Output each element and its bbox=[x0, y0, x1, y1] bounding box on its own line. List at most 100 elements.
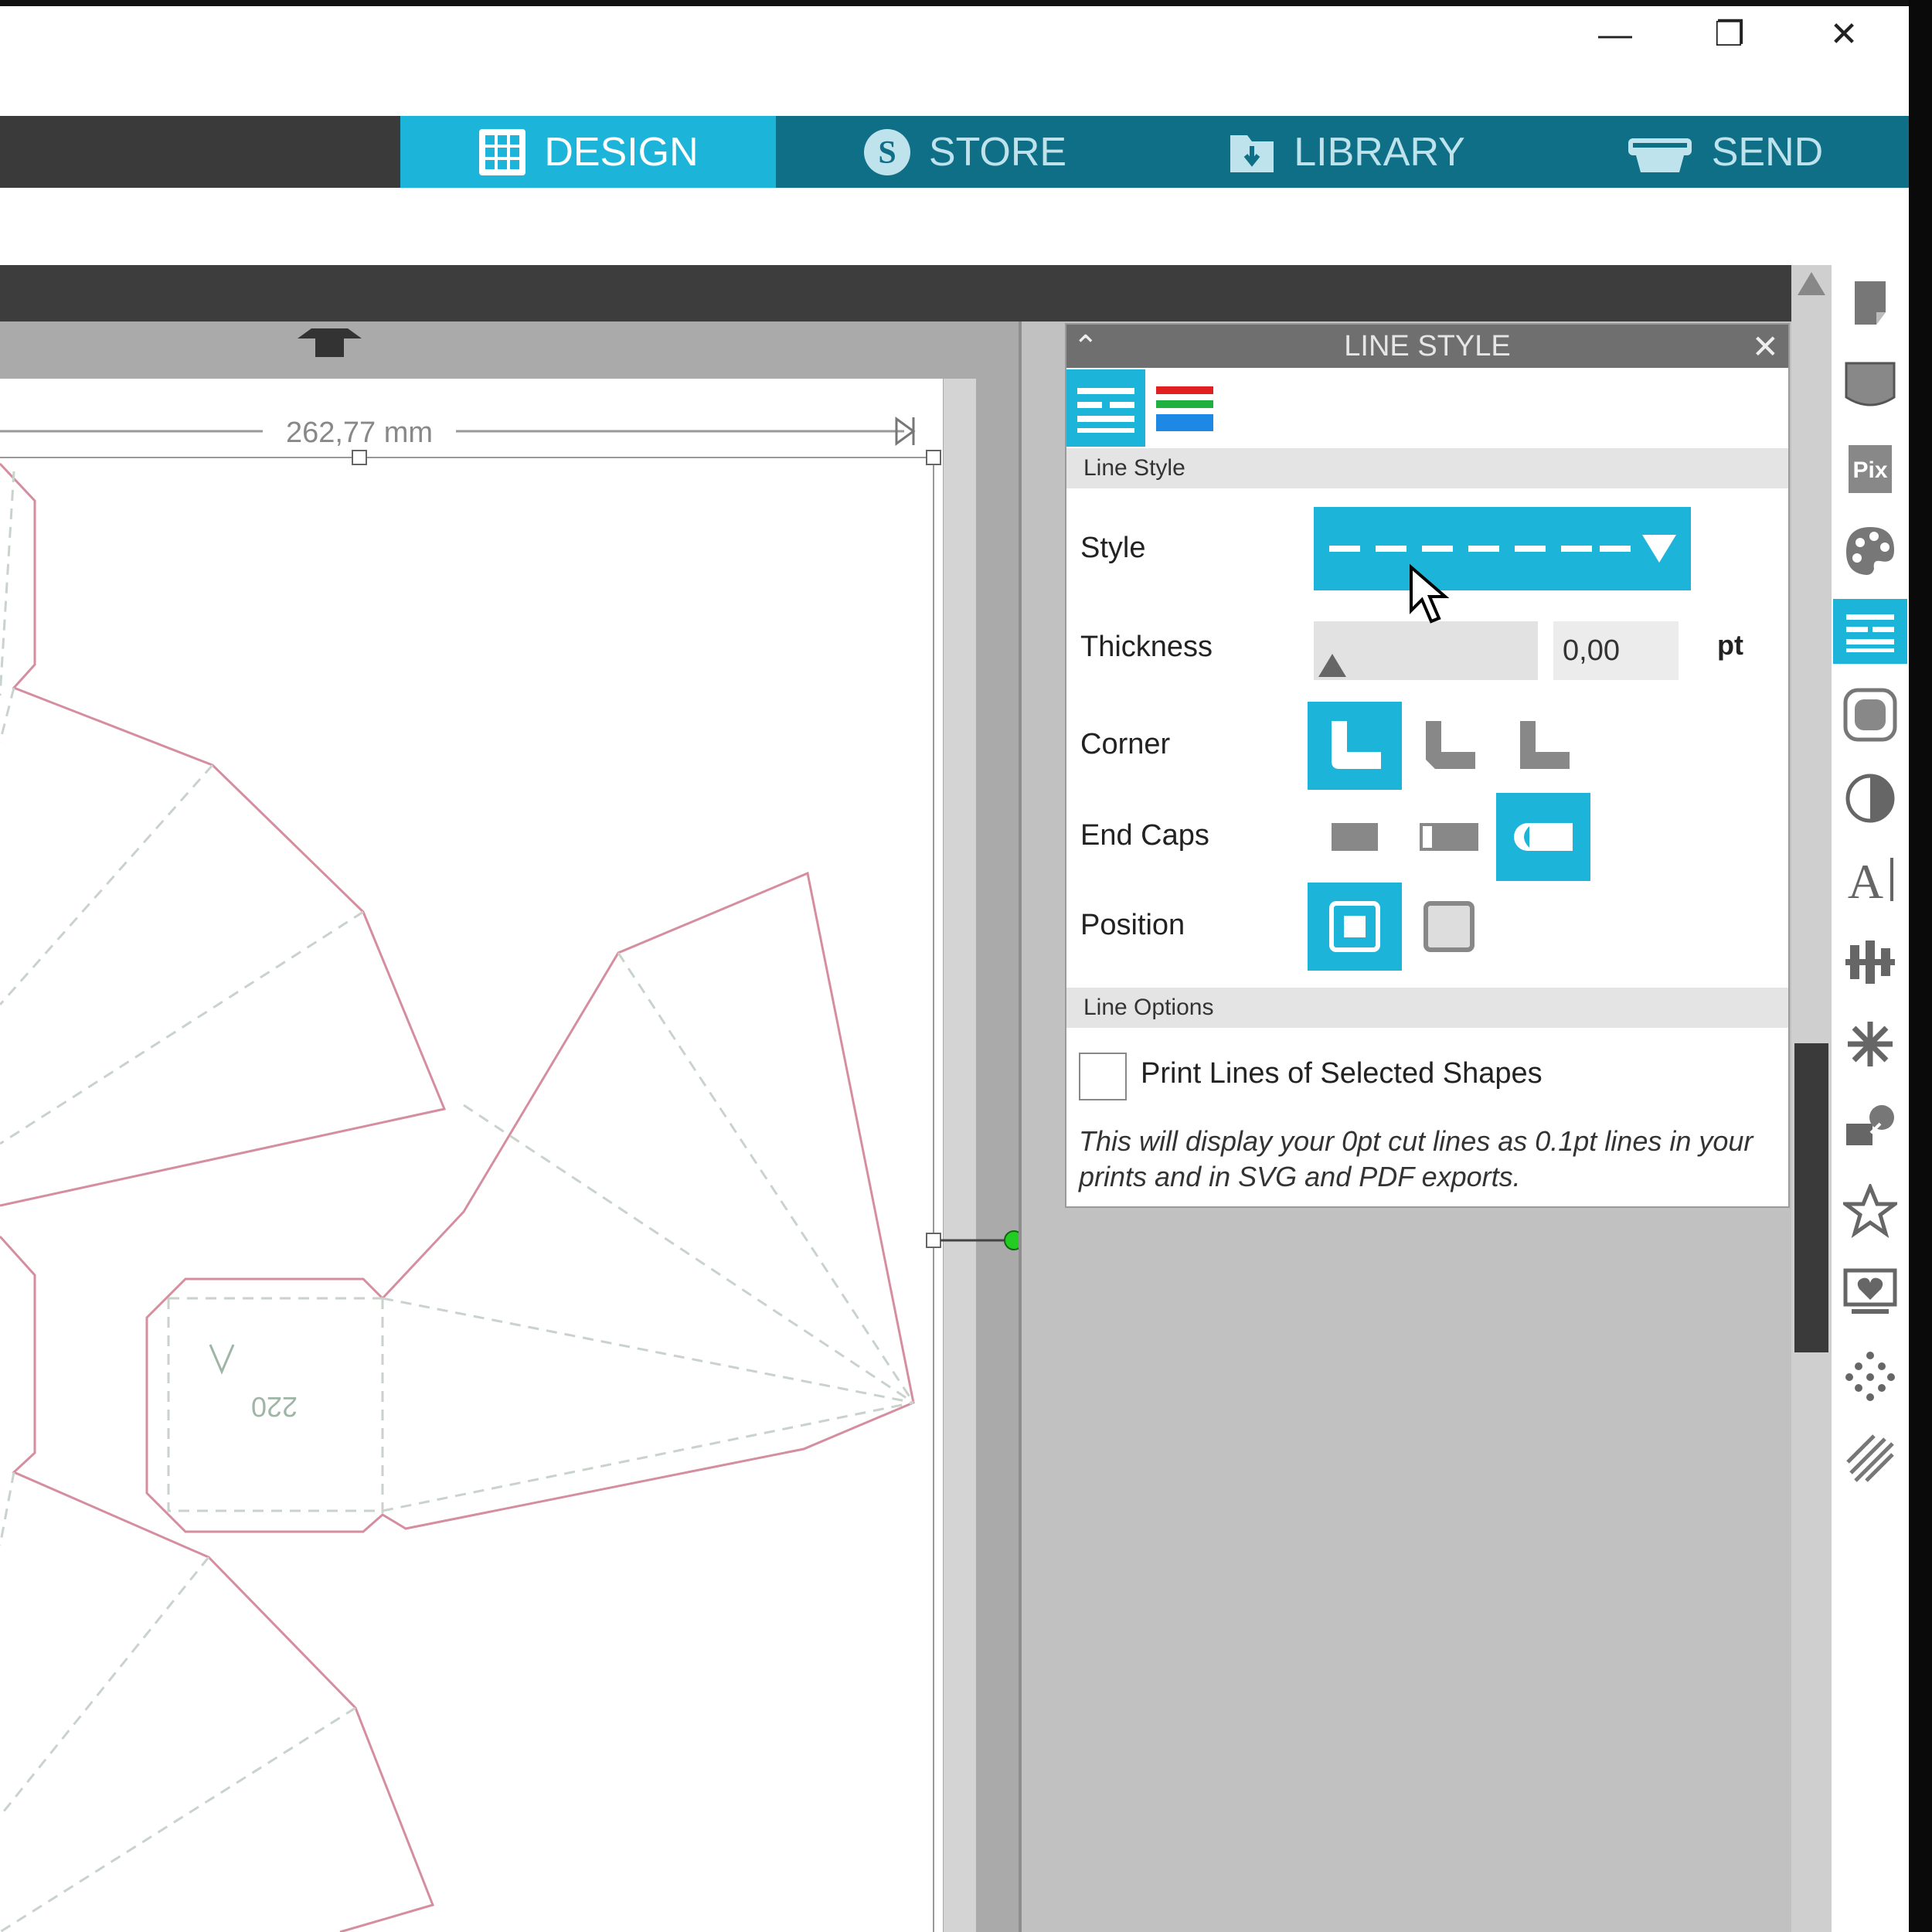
corner-miter-button[interactable] bbox=[1496, 702, 1590, 790]
window-edge bbox=[1909, 0, 1932, 1932]
registration-button[interactable] bbox=[1838, 353, 1903, 418]
corner-bevel-icon bbox=[1426, 721, 1475, 769]
shape-number-label: 220 bbox=[251, 1391, 298, 1423]
tab-library-label: LIBRARY bbox=[1294, 129, 1465, 175]
close-window-button[interactable]: ✕ bbox=[1813, 12, 1875, 58]
line-style-button[interactable] bbox=[1833, 599, 1907, 664]
thickness-label: Thickness bbox=[1080, 631, 1213, 663]
svg-text:A: A bbox=[1848, 854, 1883, 906]
end-cap-butt-button[interactable] bbox=[1308, 793, 1402, 881]
position-center-button[interactable] bbox=[1308, 883, 1402, 971]
corner-round-icon bbox=[1332, 721, 1381, 769]
print-lines-checkbox[interactable] bbox=[1079, 1053, 1127, 1100]
fold-lines bbox=[0, 471, 915, 1932]
tab-send-label: SEND bbox=[1711, 129, 1824, 175]
heart-frame-icon bbox=[1843, 1268, 1897, 1314]
design-drawing[interactable]: 262,77 mm 220 bbox=[0, 0, 1019, 1932]
dash-segment bbox=[1468, 546, 1499, 552]
minimize-button[interactable]: — bbox=[1584, 12, 1646, 58]
text-style-icon: A bbox=[1848, 854, 1893, 906]
print-lines-note: This will display your 0pt cut lines as … bbox=[1079, 1125, 1753, 1192]
pixscan-icon: Pix bbox=[1849, 445, 1892, 493]
collapse-chevron-icon[interactable]: ⌃ bbox=[1073, 329, 1099, 365]
end-cap-butt-icon bbox=[1332, 823, 1378, 851]
page-setup-button[interactable] bbox=[1838, 270, 1903, 335]
corner-round-button[interactable] bbox=[1308, 702, 1402, 790]
dimension-label: 262,77 mm bbox=[286, 417, 433, 449]
offset-button[interactable] bbox=[1838, 682, 1903, 747]
style-label: Style bbox=[1080, 532, 1146, 564]
end-cap-square-icon bbox=[1420, 823, 1478, 851]
replicate-icon bbox=[1846, 1105, 1894, 1145]
tab-line-color[interactable] bbox=[1145, 369, 1224, 447]
sketch-icon bbox=[1846, 1434, 1894, 1482]
panel-close-icon[interactable]: ✕ bbox=[1752, 328, 1779, 366]
dash-segment bbox=[1561, 546, 1592, 552]
minimize-icon: — bbox=[1598, 15, 1632, 53]
tab-send[interactable]: SEND bbox=[1539, 116, 1909, 188]
thickness-input[interactable] bbox=[1553, 621, 1679, 680]
position-inside-button[interactable] bbox=[1402, 883, 1496, 971]
line-style-dropdown[interactable] bbox=[1314, 507, 1691, 590]
tab-line-style[interactable] bbox=[1066, 369, 1145, 447]
end-cap-round-icon bbox=[1514, 823, 1573, 851]
position-inside-icon bbox=[1423, 901, 1475, 952]
corner-bevel-button[interactable] bbox=[1402, 702, 1496, 790]
page-setup-icon bbox=[1855, 281, 1886, 325]
dash-segment bbox=[1376, 546, 1406, 552]
align-button[interactable] bbox=[1838, 930, 1903, 995]
panel-title: LINE STYLE bbox=[1344, 330, 1511, 362]
end-cap-round-button[interactable] bbox=[1496, 793, 1590, 881]
restore-icon: ❐ bbox=[1714, 15, 1745, 53]
text-style-button[interactable]: A bbox=[1838, 846, 1903, 911]
end-cap-square-button[interactable] bbox=[1402, 793, 1496, 881]
close-icon: ✕ bbox=[1829, 15, 1859, 53]
cutter-icon bbox=[1628, 138, 1692, 172]
thickness-slider[interactable] bbox=[1314, 621, 1538, 680]
dash-segment bbox=[1422, 546, 1453, 552]
image-trace-button[interactable] bbox=[1838, 766, 1903, 831]
transform-icon bbox=[1848, 1022, 1893, 1066]
thickness-unit: pt bbox=[1717, 629, 1743, 661]
print-lines-label[interactable]: Print Lines of Selected Shapes bbox=[1141, 1057, 1543, 1090]
line-style-panel: LINE STYLE ⌃ ✕ Line Style Style Thicknes… bbox=[1065, 323, 1790, 1208]
transform-button[interactable] bbox=[1838, 1012, 1903, 1077]
selection-handle[interactable] bbox=[926, 450, 941, 465]
dropdown-arrow-icon bbox=[1642, 535, 1676, 563]
slider-thumb-icon[interactable] bbox=[1318, 654, 1346, 677]
section-line-style: Line Style bbox=[1066, 448, 1788, 488]
selection-handle[interactable] bbox=[926, 1233, 941, 1248]
corner-label: Corner bbox=[1080, 728, 1171, 760]
scrollbar-thumb[interactable] bbox=[1794, 1043, 1828, 1352]
corner-miter-icon bbox=[1520, 721, 1570, 769]
line-style-icon bbox=[1846, 614, 1894, 652]
position-center-icon bbox=[1329, 901, 1380, 952]
registration-icon bbox=[1845, 362, 1896, 406]
selection-handle[interactable] bbox=[352, 450, 367, 465]
offset-icon bbox=[1843, 688, 1897, 742]
pixscan-button[interactable]: Pix bbox=[1838, 437, 1903, 502]
page-top-marker-icon bbox=[298, 328, 362, 357]
rotate-handle[interactable] bbox=[1004, 1230, 1019, 1250]
fold-arrow-icon bbox=[209, 1344, 235, 1375]
position-label: Position bbox=[1080, 909, 1185, 941]
dash-segment bbox=[1515, 546, 1546, 552]
sketch-button[interactable] bbox=[1838, 1426, 1903, 1491]
panel-header: LINE STYLE ⌃ ✕ bbox=[1066, 325, 1788, 368]
star-icon bbox=[1843, 1184, 1897, 1238]
right-icon-toolbar: Pix A bbox=[1832, 265, 1909, 1932]
tab-library[interactable]: LIBRARY bbox=[1153, 116, 1539, 188]
dash-segment bbox=[1329, 546, 1360, 552]
fill-color-button[interactable] bbox=[1838, 519, 1903, 583]
align-icon bbox=[1845, 940, 1895, 984]
end-caps-label: End Caps bbox=[1080, 819, 1209, 852]
scroll-up-arrow-icon[interactable] bbox=[1798, 272, 1825, 295]
library-icon bbox=[1230, 134, 1274, 172]
replicate-button[interactable] bbox=[1838, 1095, 1903, 1160]
rhinestone-button[interactable] bbox=[1838, 1344, 1903, 1409]
restore-button[interactable]: ❐ bbox=[1699, 12, 1760, 58]
mouse-cursor-icon bbox=[1410, 564, 1450, 624]
dash-segment bbox=[1600, 546, 1631, 552]
modify-button[interactable] bbox=[1838, 1179, 1903, 1243]
knife-button[interactable] bbox=[1838, 1260, 1903, 1325]
